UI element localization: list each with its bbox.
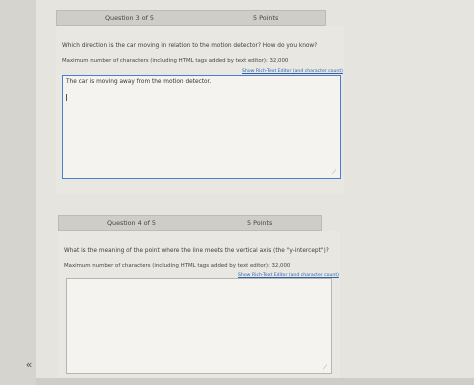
text-caret (66, 94, 67, 101)
question-4-points: 5 Points (247, 219, 273, 227)
resize-grip-icon[interactable]: ⟋ (323, 365, 329, 371)
question-3-max-chars: Maximum number of characters (including … (62, 58, 289, 64)
bottom-bar (36, 378, 474, 385)
question-3-rich-text-link[interactable]: Show Rich-Text Editor (and character cou… (242, 69, 343, 74)
left-sidebar (0, 0, 36, 385)
question-3-answer-textarea[interactable]: The car is moving away from the motion d… (62, 75, 341, 179)
question-3-prompt: Which direction is the car moving in rel… (62, 43, 318, 49)
collapse-sidebar-button[interactable]: « (22, 358, 36, 372)
question-4-header: Question 4 of 5 5 Points (58, 215, 322, 231)
question-3-header: Question 3 of 5 5 Points (56, 10, 326, 26)
question-3-points: 5 Points (253, 14, 279, 22)
question-3-answer-text: The car is moving away from the motion d… (66, 79, 212, 85)
resize-grip-icon[interactable]: ⟋ (332, 170, 338, 176)
question-4-max-chars: Maximum number of characters (including … (64, 263, 291, 269)
question-3-number: Question 3 of 5 (105, 14, 154, 22)
question-4-answer-textarea[interactable]: ⟋ (66, 278, 332, 374)
question-4-prompt: What is the meaning of the point where t… (64, 248, 329, 254)
question-4-number: Question 4 of 5 (107, 219, 156, 227)
